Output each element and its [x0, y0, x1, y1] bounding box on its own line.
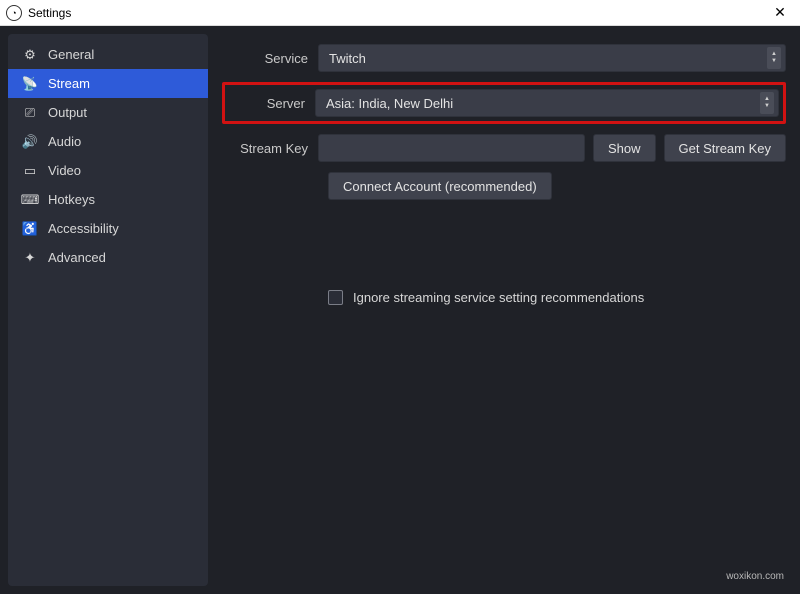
stream-key-row: Stream Key Show Get Stream Key: [222, 134, 786, 162]
ignore-recommendations-label: Ignore streaming service setting recomme…: [353, 290, 644, 305]
sidebar-item-label: Accessibility: [48, 221, 119, 236]
server-value: Asia: India, New Delhi: [326, 96, 453, 111]
sidebar-item-general[interactable]: ⚙ General: [8, 40, 208, 69]
sidebar-item-label: Advanced: [48, 250, 106, 265]
settings-sidebar: ⚙ General 📡 Stream ⎚ Output 🔊 Audio ▭ Vi…: [8, 34, 208, 586]
sidebar-item-label: Output: [48, 105, 87, 120]
sidebar-item-audio[interactable]: 🔊 Audio: [8, 127, 208, 156]
window-titlebar: ◔ Settings ✕: [0, 0, 800, 26]
server-select[interactable]: Asia: India, New Delhi ▲▼: [315, 89, 779, 117]
server-label: Server: [229, 96, 315, 111]
connect-account-button[interactable]: Connect Account (recommended): [328, 172, 552, 200]
server-row: Server Asia: India, New Delhi ▲▼: [229, 89, 779, 117]
sidebar-item-output[interactable]: ⎚ Output: [8, 98, 208, 127]
sidebar-item-advanced[interactable]: ✦ Advanced: [8, 243, 208, 272]
service-value: Twitch: [329, 51, 366, 66]
sidebar-item-stream[interactable]: 📡 Stream: [8, 69, 208, 98]
sidebar-item-hotkeys[interactable]: ⌨ Hotkeys: [8, 185, 208, 214]
sidebar-item-label: Audio: [48, 134, 81, 149]
settings-content: Service Twitch ▲▼ Server Asia: India, Ne…: [216, 34, 792, 586]
get-stream-key-button[interactable]: Get Stream Key: [664, 134, 786, 162]
window-title: Settings: [28, 6, 766, 20]
select-spinner-icon: ▲▼: [760, 92, 774, 114]
ignore-recommendations-row: Ignore streaming service setting recomme…: [328, 290, 786, 305]
monitor-icon: ▭: [22, 163, 38, 179]
app-icon: ◔: [6, 5, 22, 21]
antenna-icon: 📡: [22, 76, 38, 92]
close-button[interactable]: ✕: [766, 4, 794, 21]
sidebar-item-video[interactable]: ▭ Video: [8, 156, 208, 185]
sidebar-item-label: Video: [48, 163, 81, 178]
sidebar-item-label: General: [48, 47, 94, 62]
service-row: Service Twitch ▲▼: [222, 44, 786, 72]
service-label: Service: [222, 51, 318, 66]
connect-row: Connect Account (recommended): [328, 172, 786, 200]
sidebar-item-label: Hotkeys: [48, 192, 95, 207]
gear-icon: ⚙: [22, 47, 38, 63]
keyboard-icon: ⌨: [22, 192, 38, 208]
sidebar-item-accessibility[interactable]: ♿ Accessibility: [8, 214, 208, 243]
sidebar-item-label: Stream: [48, 76, 90, 91]
service-select[interactable]: Twitch ▲▼: [318, 44, 786, 72]
accessibility-icon: ♿: [22, 221, 38, 237]
speaker-icon: 🔊: [22, 134, 38, 150]
watermark-text: woxikon.com: [726, 571, 784, 582]
tools-icon: ✦: [22, 250, 38, 266]
stream-key-input[interactable]: [318, 134, 585, 162]
show-button[interactable]: Show: [593, 134, 656, 162]
select-spinner-icon: ▲▼: [767, 47, 781, 69]
ignore-recommendations-checkbox[interactable]: [328, 290, 343, 305]
stream-key-label: Stream Key: [222, 141, 318, 156]
server-highlight: Server Asia: India, New Delhi ▲▼: [222, 82, 786, 124]
output-icon: ⎚: [22, 105, 38, 121]
